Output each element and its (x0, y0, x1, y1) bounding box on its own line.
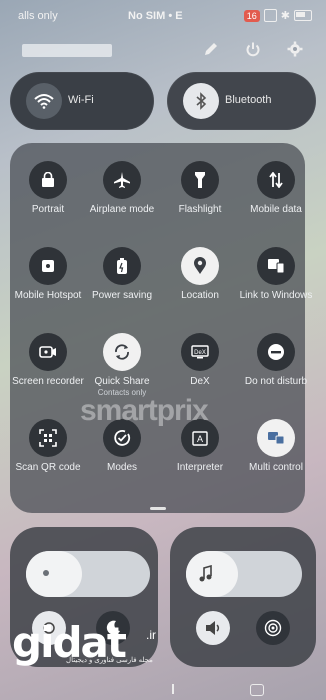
network-status: No SIM • E (128, 10, 183, 22)
notification-badge: 16 (243, 9, 260, 22)
gidat-logo: gidat .ir مجله فارسی فناوری و دیجیتال (12, 618, 156, 667)
tile-label: DeX (190, 376, 210, 387)
panel-header (14, 38, 312, 64)
tile-label: Mobile Hotspot (14, 290, 82, 301)
tile-dex[interactable]: DeX DeX (162, 333, 238, 388)
brightness-fill (26, 551, 82, 597)
sound-mode-button[interactable] (196, 611, 230, 645)
settings-button[interactable] (284, 38, 306, 60)
home-button[interactable] (250, 684, 264, 696)
tile-label: Link to Windows (239, 290, 313, 301)
wifi-label: Wi-Fi (68, 94, 94, 106)
wifi-icon (26, 83, 62, 119)
media-output-button[interactable] (256, 611, 290, 645)
tile-label: Screen recorder (12, 376, 84, 387)
bluetooth-icon (183, 83, 219, 119)
screen-recorder-icon (29, 333, 67, 371)
tile-mobile-data[interactable]: Mobile data (238, 161, 314, 216)
tile-label: Power saving (91, 290, 153, 301)
mobile-data-icon (257, 161, 295, 199)
status-icons: 16 ✱ (243, 9, 312, 22)
logo-tagline: مجله فارسی فناوری و دیجیتال (66, 657, 153, 664)
tile-screen-recorder[interactable]: Screen recorder (10, 333, 86, 388)
tile-link-to-windows[interactable]: Link to Windows (238, 247, 314, 302)
tile-label: Airplane mode (89, 204, 155, 215)
notification-icon (263, 9, 277, 22)
tile-label: Portrait (31, 204, 65, 215)
gear-icon (287, 41, 303, 57)
tile-scan-qr[interactable]: Scan QR code (10, 419, 86, 474)
brightness-slider[interactable] (26, 551, 150, 597)
recents-button[interactable] (172, 684, 174, 694)
tile-label: Quick Share (94, 376, 150, 387)
sound-panel (170, 527, 316, 667)
bluetooth-label: Bluetooth (225, 94, 272, 106)
tile-label: Modes (106, 462, 137, 473)
tile-label: Multi control (249, 462, 303, 473)
music-note-icon (199, 565, 212, 582)
qr-scan-icon (29, 419, 67, 457)
tile-label: Location (181, 290, 219, 301)
volume-slider[interactable] (186, 551, 302, 597)
tile-do-not-disturb[interactable]: Do not disturb (238, 333, 314, 388)
carrier-text: alls only (18, 10, 58, 22)
power-icon (246, 42, 260, 57)
dex-icon: DeX (181, 333, 219, 371)
tile-airplane-mode[interactable]: Airplane mode (84, 161, 160, 216)
battery-icon (294, 10, 312, 21)
status-bar: alls only No SIM • E 16 ✱ (14, 8, 312, 26)
tile-label: Flashlight (178, 204, 222, 215)
bluetooth-status-icon: ✱ (280, 10, 290, 22)
speaker-icon (206, 621, 220, 635)
logo-tld: .ir (146, 628, 156, 642)
wifi-toggle[interactable]: Wi-Fi (10, 72, 154, 130)
link-windows-icon (257, 247, 295, 285)
media-output-icon (264, 619, 282, 637)
tile-multi-control[interactable]: Multi control (238, 419, 314, 474)
tile-flashlight[interactable]: Flashlight (162, 161, 238, 216)
tile-label: Scan QR code (15, 462, 81, 473)
tile-quick-share[interactable]: Quick Share Contacts only (84, 333, 160, 397)
bluetooth-toggle[interactable]: Bluetooth (167, 72, 316, 130)
edit-button[interactable] (200, 38, 222, 60)
svg-text:A: A (197, 434, 203, 444)
location-icon (181, 247, 219, 285)
multi-control-icon (257, 419, 295, 457)
portrait-lock-icon (29, 161, 67, 199)
flashlight-icon (181, 161, 219, 199)
tile-label: Mobile data (250, 204, 302, 215)
power-button[interactable] (242, 38, 264, 60)
hotspot-icon (29, 247, 67, 285)
tile-label: Interpreter (176, 462, 224, 473)
svg-text:DeX: DeX (194, 350, 206, 356)
power-saving-icon (103, 247, 141, 285)
sun-icon (43, 570, 49, 576)
quick-share-icon (103, 333, 141, 371)
expand-handle[interactable] (150, 507, 166, 510)
pencil-icon (205, 43, 217, 55)
tile-power-saving[interactable]: Power saving (84, 247, 160, 302)
blurred-device-name (22, 44, 112, 57)
navigation-bar (0, 682, 326, 696)
watermark: smartprix (80, 394, 209, 427)
tile-location[interactable]: Location (162, 247, 238, 302)
do-not-disturb-icon (257, 333, 295, 371)
tile-label: Do not disturb (244, 376, 308, 387)
quick-settings-grid: Portrait Airplane mode Flashlight Mobile… (10, 143, 312, 513)
airplane-icon (103, 161, 141, 199)
tile-mobile-hotspot[interactable]: Mobile Hotspot (10, 247, 86, 302)
tile-portrait[interactable]: Portrait (10, 161, 86, 216)
